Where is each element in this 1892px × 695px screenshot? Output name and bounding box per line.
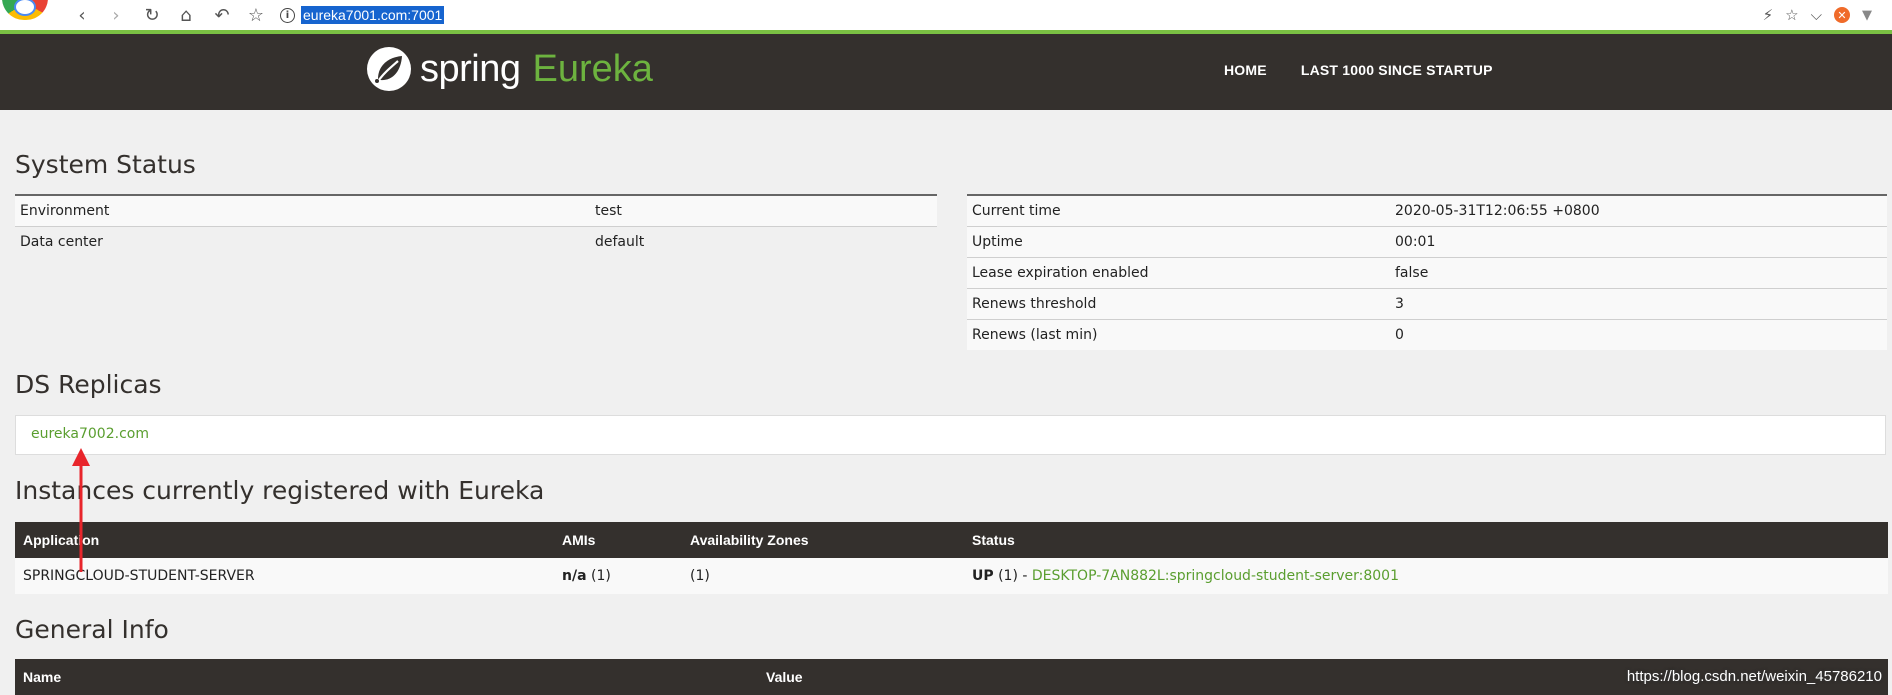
row-key: Data center [15, 226, 590, 257]
menu-arrow-icon[interactable]: ▼ [1862, 8, 1872, 23]
spring-leaf-icon [367, 47, 411, 91]
table-header-row: Name Value [15, 659, 1888, 695]
system-status-right-table: Current time 2020-05-31T12:06:55 +0800 U… [967, 194, 1887, 350]
eureka-navbar: spring Eureka HOME LAST 1000 SINCE START… [0, 34, 1892, 110]
column-header: Application [15, 522, 554, 558]
row-key: Current time [967, 194, 1390, 227]
status-count: (1) - [998, 568, 1028, 584]
table-row: Uptime 00:01 [967, 226, 1887, 258]
watermark: https://blog.csdn.net/weixin_45786210 [1626, 668, 1882, 685]
url-text[interactable]: eureka7001.com:7001 [301, 6, 445, 24]
nav-home-link[interactable]: HOME [1224, 62, 1267, 78]
application-cell: SPRINGCLOUD-STUDENT-SERVER [15, 558, 554, 594]
row-value: 00:01 [1390, 226, 1887, 258]
zones-cell: (1) [682, 558, 964, 594]
dropdown-chevron-icon[interactable]: ⌵ [1811, 6, 1822, 24]
reload-button[interactable]: ↻ [140, 3, 164, 27]
row-key: Lease expiration enabled [967, 257, 1390, 289]
spring-eureka-logo[interactable]: spring Eureka [366, 44, 653, 94]
row-key: Environment [15, 194, 590, 227]
table-row: Lease expiration enabled false [967, 257, 1887, 289]
table-row: Data center default [15, 226, 937, 257]
ds-replicas-list: eureka7002.com [15, 415, 1886, 455]
column-header: Name [15, 659, 758, 695]
bookmark-button[interactable]: ☆ [244, 3, 268, 27]
column-header: Status [964, 522, 1888, 558]
favorite-star-icon[interactable]: ☆ [1785, 6, 1798, 24]
row-value: 0 [1390, 319, 1887, 350]
table-row: Renews threshold 3 [967, 288, 1887, 320]
star-icon: ☆ [247, 4, 265, 26]
column-header: Availability Zones [682, 522, 964, 558]
table-header-row: Application AMIs Availability Zones Stat… [15, 522, 1888, 558]
amis-cell: n/a (1) [554, 558, 682, 594]
row-key: Uptime [967, 226, 1390, 258]
undo-icon: ↶ [214, 4, 230, 26]
undo-button[interactable]: ↶ [210, 3, 234, 27]
row-value: 3 [1390, 288, 1887, 320]
home-icon: ⌂ [180, 4, 192, 26]
toolbar-right: ⚡ ☆ ⌵ ✕ ▼ [1763, 3, 1872, 27]
instances-title: Instances currently registered with Eure… [15, 476, 545, 505]
system-status-title: System Status [15, 150, 196, 179]
info-icon[interactable]: i [280, 7, 295, 23]
table-row: SPRINGCLOUD-STUDENT-SERVER n/a (1) (1) U… [15, 558, 1888, 594]
amis-value: n/a [562, 568, 587, 584]
status-value: UP [972, 568, 994, 584]
instance-link[interactable]: DESKTOP-7AN882L:springcloud-student-serv… [1032, 568, 1399, 584]
ds-replicas-title: DS Replicas [15, 370, 162, 399]
reload-icon: ↻ [144, 4, 160, 26]
nav-last-1000-link[interactable]: LAST 1000 SINCE STARTUP [1301, 62, 1493, 78]
top-nav: HOME LAST 1000 SINCE STARTUP [1224, 62, 1493, 78]
general-info-title: General Info [15, 615, 169, 644]
annotation-arrow-icon [72, 448, 90, 572]
table-row: Current time 2020-05-31T12:06:55 +0800 [967, 194, 1887, 227]
logo-product: Eureka [532, 47, 653, 90]
instances-table: Application AMIs Availability Zones Stat… [15, 522, 1888, 594]
back-button[interactable]: ‹ [70, 3, 94, 27]
row-value: default [590, 226, 937, 257]
status-cell: UP (1) - DESKTOP-7AN882L:springcloud-stu… [964, 558, 1888, 594]
row-key: Renews threshold [967, 288, 1390, 320]
column-header: AMIs [554, 522, 682, 558]
browser-toolbar: ‹ › ↻ ⌂ ↶ ☆ i eureka7001.com:7001 ⚡ ☆ ⌵ … [0, 0, 1892, 31]
row-key: Renews (last min) [967, 319, 1390, 350]
application-name: SPRINGCLOUD-STUDENT-SERVER [23, 568, 255, 584]
row-value: false [1390, 257, 1887, 289]
table-row: Environment test [15, 194, 937, 227]
back-icon: ‹ [78, 4, 86, 26]
general-info-table: Name Value [15, 659, 1888, 695]
address-bar[interactable]: i eureka7001.com:7001 [280, 3, 1780, 27]
close-icon[interactable]: ✕ [1834, 7, 1850, 23]
lightning-icon[interactable]: ⚡ [1763, 6, 1774, 24]
forward-button[interactable]: › [104, 3, 128, 27]
row-value: 2020-05-31T12:06:55 +0800 [1390, 194, 1887, 227]
system-status-left-table: Environment test Data center default [15, 194, 937, 257]
forward-icon: › [112, 4, 120, 26]
table-row: Renews (last min) 0 [967, 319, 1887, 350]
replica-link[interactable]: eureka7002.com [31, 426, 149, 442]
home-button[interactable]: ⌂ [174, 3, 198, 27]
logo-word: spring [420, 47, 521, 90]
row-value: test [590, 194, 937, 227]
browser-logo-icon [2, 0, 48, 20]
amis-count: (1) [590, 568, 611, 584]
